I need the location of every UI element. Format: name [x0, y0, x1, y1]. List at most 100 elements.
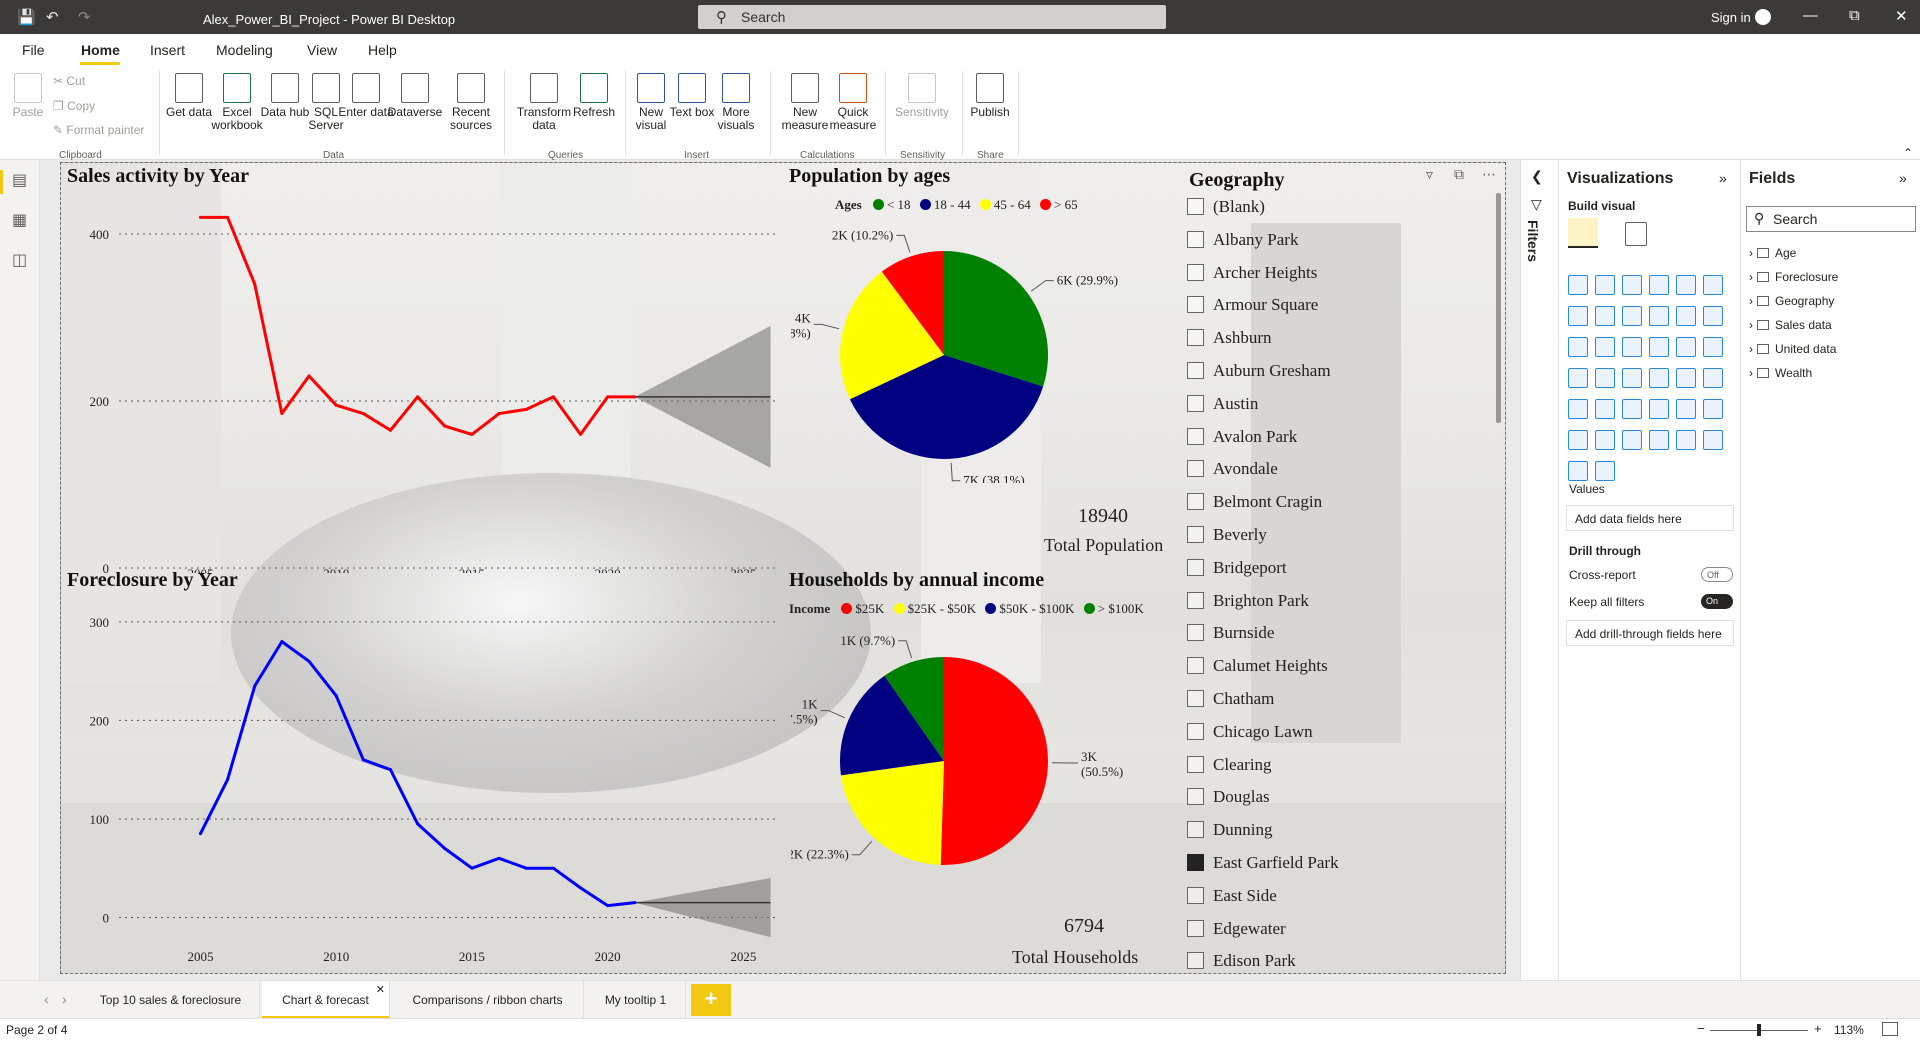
search-box[interactable]: ⚲ Search [698, 5, 1166, 29]
page-tab[interactable]: Comparisons / ribbon charts [392, 981, 584, 1019]
checkbox[interactable] [1187, 591, 1204, 609]
refresh-button[interactable]: Refresh [566, 66, 622, 119]
field-table[interactable]: › Sales data [1749, 318, 1832, 332]
copy-button[interactable]: ❐ Copy [53, 99, 95, 113]
slicer-item[interactable]: East Side [1187, 886, 1277, 910]
next-page-icon[interactable]: › [62, 991, 67, 1007]
visual-type-icon[interactable] [1676, 337, 1696, 357]
visual-type-icon[interactable] [1649, 275, 1669, 295]
slicer-item[interactable]: Armour Square [1187, 295, 1318, 319]
checkbox[interactable] [1187, 624, 1204, 642]
checkbox[interactable] [1187, 919, 1204, 937]
fields-search-input[interactable]: ⚲ Search [1746, 206, 1916, 232]
slicer-item[interactable]: Albany Park [1187, 230, 1298, 254]
slicer-item[interactable]: Edison Park [1187, 951, 1296, 973]
build-visual-icon[interactable] [1568, 218, 1598, 248]
field-table[interactable]: › United data [1749, 342, 1836, 356]
checkbox[interactable] [1187, 460, 1204, 478]
tab-modeling[interactable]: Modeling [216, 42, 273, 58]
checkbox[interactable] [1187, 427, 1204, 445]
sign-in-link[interactable]: Sign in [1711, 10, 1751, 25]
slicer-item[interactable]: Chicago Lawn [1187, 722, 1313, 746]
checkbox[interactable] [1187, 558, 1204, 576]
slicer-item[interactable]: Beverly [1187, 525, 1267, 549]
quick-measure-button[interactable]: Quick measure [824, 66, 882, 132]
visual-type-icon[interactable] [1622, 399, 1642, 419]
collapse-visualizations-icon[interactable]: » [1719, 170, 1727, 186]
tab-insert[interactable]: Insert [150, 42, 185, 58]
field-table[interactable]: › Geography [1749, 294, 1834, 308]
keep-filters-toggle[interactable]: On [1701, 594, 1733, 609]
visual-type-icon[interactable] [1568, 275, 1588, 295]
legend-item[interactable]: 45 - 64 [994, 197, 1031, 212]
visual-type-icon[interactable] [1568, 399, 1588, 419]
filter-icon[interactable]: ▿ [1426, 166, 1433, 183]
slicer-item[interactable]: Belmont Cragin [1187, 492, 1322, 516]
visual-type-icon[interactable] [1676, 368, 1696, 388]
visual-type-icon[interactable] [1703, 337, 1723, 357]
page-tab[interactable]: Top 10 sales & foreclosure [82, 981, 260, 1019]
visual-type-icon[interactable] [1568, 337, 1588, 357]
tab-view[interactable]: View [307, 42, 337, 58]
tab-home[interactable]: Home [81, 42, 120, 58]
checkbox[interactable] [1187, 886, 1204, 904]
cut-button[interactable]: ✂ Cut [53, 74, 85, 88]
zoom-out-icon[interactable]: − [1697, 1021, 1705, 1036]
cross-report-toggle[interactable]: Off [1701, 567, 1733, 582]
field-table[interactable]: › Foreclosure [1749, 270, 1838, 284]
sensitivity-button[interactable]: Sensitivity [891, 66, 953, 119]
checkbox[interactable] [1187, 296, 1204, 314]
values-well[interactable]: Add data fields here [1566, 505, 1734, 531]
more-visuals-button[interactable]: More visuals [708, 66, 764, 132]
data-view-icon[interactable]: ▦ [12, 210, 27, 230]
checkbox[interactable] [1187, 952, 1204, 970]
minimize-icon[interactable]: — [1803, 7, 1818, 24]
visual-type-icon[interactable] [1703, 275, 1723, 295]
visual-type-icon[interactable] [1649, 306, 1669, 326]
legend-item[interactable]: < 18 [887, 197, 911, 212]
add-page-button[interactable]: + [691, 984, 731, 1016]
population-pie-chart[interactable]: 6K (29.9%) 7K (38.1%) 4K(21.8%) 2K (10.2%) [791, 223, 1171, 483]
transform-data-button[interactable]: Transform data [514, 66, 574, 132]
checkbox[interactable] [1187, 362, 1204, 379]
visual-type-icon[interactable] [1622, 275, 1642, 295]
visual-type-icon[interactable] [1568, 461, 1588, 481]
slicer-item[interactable]: East Garfield Park [1187, 853, 1339, 877]
undo-icon[interactable]: ↶ [46, 8, 59, 26]
checkbox[interactable] [1187, 722, 1204, 740]
visual-type-icon[interactable] [1703, 306, 1723, 326]
slicer-item[interactable]: Ashburn [1187, 328, 1272, 352]
legend-item[interactable]: 18 - 44 [934, 197, 971, 212]
visual-type-icon[interactable] [1676, 399, 1696, 419]
foreclosure-line-chart[interactable]: 0 100 200 300 2005 2010 2015 2020 2025 [61, 597, 781, 973]
report-view-icon[interactable]: ▤ [12, 170, 27, 190]
checkbox[interactable] [1187, 263, 1204, 281]
checkbox[interactable] [1187, 493, 1204, 511]
visual-type-icon[interactable] [1622, 368, 1642, 388]
slicer-item[interactable]: Avondale [1187, 459, 1278, 483]
visual-type-icon[interactable] [1649, 337, 1669, 357]
paste-button[interactable]: Paste [0, 66, 56, 119]
page-tab[interactable]: My tooltip 1 [586, 981, 686, 1019]
visual-type-icon[interactable] [1595, 461, 1615, 481]
slicer-item[interactable]: Chatham [1187, 689, 1274, 713]
recent-sources-button[interactable]: Recent sources [443, 66, 499, 132]
collapse-ribbon-icon[interactable]: ⌃ [1903, 146, 1913, 160]
legend-item[interactable]: > 65 [1054, 197, 1078, 212]
visual-type-icon[interactable] [1703, 399, 1723, 419]
households-pie-chart[interactable]: 3K(50.5%) 2K (22.3%) 1K(17.5%) 1K (9.7%) [791, 627, 1171, 887]
collapse-fields-icon[interactable]: » [1899, 170, 1907, 186]
visual-type-icon[interactable] [1703, 430, 1723, 450]
redo-icon[interactable]: ↷ [78, 8, 91, 26]
more-options-icon[interactable]: ⋯ [1482, 166, 1496, 183]
format-visual-icon[interactable] [1625, 222, 1647, 246]
slicer-item[interactable]: Auburn Gresham [1187, 361, 1331, 385]
checkbox[interactable] [1187, 526, 1204, 543]
zoom-slider-handle[interactable] [1757, 1024, 1761, 1036]
visual-type-icon[interactable] [1622, 306, 1642, 326]
restore-icon[interactable]: ⧉ [1849, 7, 1860, 24]
checkbox[interactable] [1187, 755, 1204, 773]
checkbox[interactable] [1187, 657, 1204, 675]
visual-type-icon[interactable] [1595, 306, 1615, 326]
slicer-item[interactable]: Clearing [1187, 755, 1272, 779]
